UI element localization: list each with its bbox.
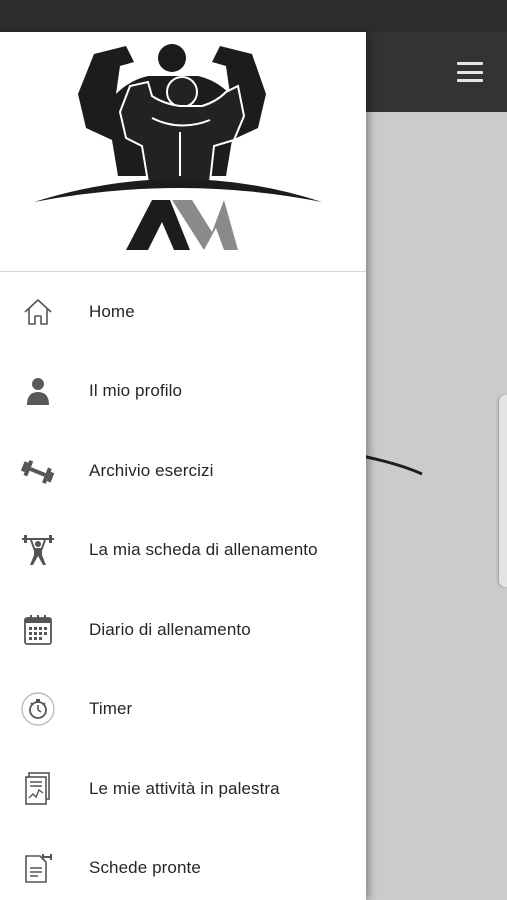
dumbbell-icon	[18, 451, 58, 491]
menu-item-my-workout-plan[interactable]: La mia scheda di allenamento	[0, 511, 366, 591]
hamburger-icon	[457, 62, 483, 65]
screen: Home Il mio profilo Archivio esercizi La…	[0, 0, 507, 900]
menu-item-ready-plans[interactable]: Schede pronte	[0, 829, 366, 900]
navigation-drawer: Home Il mio profilo Archivio esercizi La…	[0, 32, 366, 900]
side-edge-handle[interactable]	[499, 395, 507, 587]
menu-item-profile[interactable]: Il mio profilo	[0, 352, 366, 432]
menu-item-gym-activities[interactable]: Le mie attività in palestra	[0, 749, 366, 829]
drawer-header	[0, 32, 366, 272]
activity-report-icon	[18, 769, 58, 809]
home-icon	[18, 292, 58, 332]
calendar-icon	[18, 610, 58, 650]
hamburger-icon-line	[457, 79, 483, 82]
person-icon	[18, 371, 58, 411]
menu-item-label: Schede pronte	[89, 858, 201, 878]
menu-item-label: Diario di allenamento	[89, 619, 251, 639]
workout-sheet-icon	[18, 848, 58, 888]
stopwatch-icon	[18, 689, 58, 729]
menu-item-label: Archivio esercizi	[89, 460, 214, 480]
menu-item-label: La mia scheda di allenamento	[89, 540, 318, 560]
status-bar	[0, 0, 507, 32]
menu-item-timer[interactable]: Timer	[0, 670, 366, 750]
menu-item-label: Il mio profilo	[89, 381, 183, 401]
hamburger-icon-line	[457, 70, 483, 74]
menu-item-home[interactable]: Home	[0, 272, 366, 352]
menu-item-label: Timer	[89, 699, 133, 719]
menu-item-label: Home	[89, 301, 135, 321]
menu-item-exercise-archive[interactable]: Archivio esercizi	[0, 431, 366, 511]
app-logo	[34, 44, 322, 250]
weightlifter-icon	[18, 530, 58, 570]
background-logo-fragment	[361, 454, 423, 476]
menu-item-label: Le mie attività in palestra	[89, 778, 280, 798]
drawer-menu-list: Home Il mio profilo Archivio esercizi La…	[0, 272, 366, 900]
hamburger-menu-button[interactable]	[455, 58, 485, 86]
menu-item-training-diary[interactable]: Diario di allenamento	[0, 590, 366, 670]
